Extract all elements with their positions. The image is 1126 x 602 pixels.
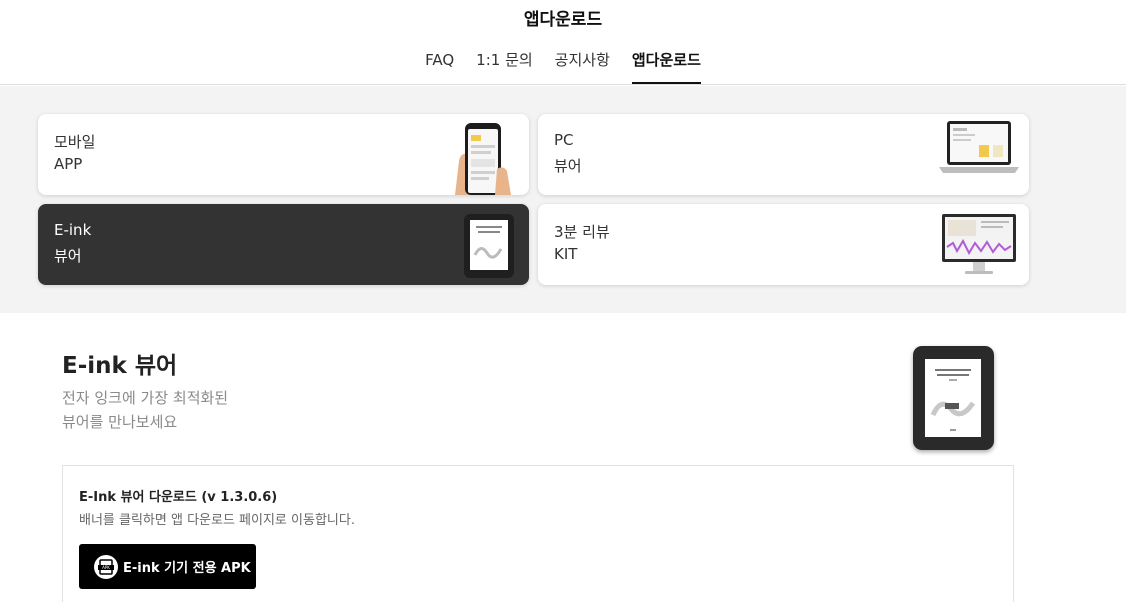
card-review-kit[interactable]: 3분 리뷰 KIT [538, 204, 1029, 285]
e-reader-screen [925, 359, 981, 437]
tab-notice[interactable]: 공지사항 [555, 50, 610, 84]
e-reader-image [913, 346, 994, 450]
card-eink-viewer[interactable]: E-ink 뷰어 [38, 204, 529, 285]
eink-section: E-ink 뷰어 전자 잉크에 가장 최적화된 뷰어를 만나보세요 [62, 346, 228, 434]
page-header: 앱다운로드 FAQ 1:1 문의 공지사항 앱다운로드 [0, 0, 1126, 85]
card-mobile-app[interactable]: 모바일 APP [38, 114, 529, 195]
card-title: E-ink [54, 221, 92, 239]
e-reader-icon [464, 214, 514, 278]
card-subtitle: 뷰어 [54, 247, 82, 265]
apk-download-button[interactable]: APK E-ink 기기 전용 APK [79, 544, 256, 589]
tab-app-download[interactable]: 앱다운로드 [631, 50, 701, 84]
download-title: E-Ink 뷰어 다운로드 (v 1.3.0.6) [79, 490, 278, 505]
card-pc-viewer[interactable]: PC 뷰어 [538, 114, 1029, 195]
apk-icon: APK [94, 554, 118, 579]
section-desc-line1: 전자 잉크에 가장 최적화된 [62, 389, 229, 407]
tab-bar: FAQ 1:1 문의 공지사항 앱다운로드 [0, 50, 1126, 84]
tab-inquiry[interactable]: 1:1 문의 [476, 50, 533, 84]
page-title: 앱다운로드 [523, 10, 603, 30]
download-box: E-Ink 뷰어 다운로드 (v 1.3.0.6) 배너를 클릭하면 앱 다운로… [62, 465, 1014, 602]
download-description: 배너를 클릭하면 앱 다운로드 페이지로 이동합니다. [79, 513, 355, 528]
tab-faq[interactable]: FAQ [425, 50, 454, 84]
svg-text:APK: APK [102, 565, 110, 570]
book-cover-illustration [930, 369, 976, 431]
laptop-icon [939, 121, 1019, 173]
card-title: 3분 리뷰 [554, 223, 610, 241]
section-title: E-ink 뷰어 [62, 353, 178, 379]
card-title: PC [554, 131, 574, 149]
product-card-area: 모바일 APP PC 뷰어 E-ink 뷰어 3분 리뷰 KIT [0, 86, 1126, 313]
smartphone-icon [455, 123, 511, 195]
card-subtitle: APP [54, 155, 83, 173]
section-description: 전자 잉크에 가장 최적화된 뷰어를 만나보세요 [62, 386, 228, 434]
card-title: 모바일 [54, 133, 96, 151]
card-subtitle: 뷰어 [554, 157, 582, 175]
card-subtitle: KIT [554, 245, 578, 263]
section-desc-line2: 뷰어를 만나보세요 [62, 413, 178, 431]
apk-button-label: E-ink 기기 전용 APK [123, 561, 251, 576]
desktop-monitor-icon [942, 214, 1016, 274]
